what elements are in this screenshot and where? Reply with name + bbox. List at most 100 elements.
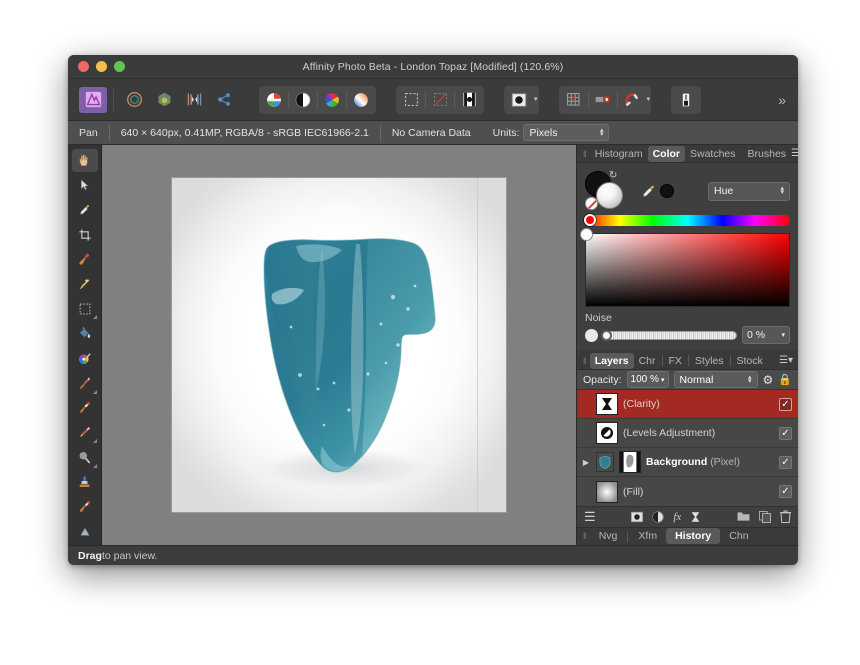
gear-icon[interactable]: ⚙ [763, 373, 774, 387]
current-color-dot[interactable] [660, 184, 674, 199]
sv-field-handle[interactable] [580, 228, 593, 242]
live-filter-button[interactable] [289, 87, 317, 113]
saturation-value-field[interactable] [580, 228, 790, 308]
refine-selection-button[interactable] [455, 87, 483, 113]
blur-brush-tool[interactable] [72, 446, 98, 469]
no-color-swatch[interactable] [585, 197, 598, 211]
chevron-down-icon[interactable]: ▾ [647, 96, 651, 103]
chevron-down-icon[interactable]: ▾ [661, 376, 665, 384]
foreground-color-swatch[interactable] [596, 182, 623, 210]
snapping-button[interactable] [589, 87, 617, 113]
duplicate-layer-icon[interactable] [759, 510, 772, 523]
tab-stock[interactable]: Stock [732, 353, 768, 369]
delete-layer-icon[interactable] [780, 510, 792, 524]
tab-chr[interactable]: Chr [634, 353, 661, 369]
selection-brush-tool[interactable] [72, 248, 98, 271]
mask-button[interactable] [505, 87, 533, 113]
panel-menu-icon[interactable]: ☰▾ [791, 148, 798, 159]
tab-styles[interactable]: Styles [690, 353, 729, 369]
grid-button[interactable] [560, 87, 588, 113]
tab-swatches[interactable]: Swatches [685, 146, 741, 162]
assistant-button[interactable] [672, 87, 700, 113]
color-mode-select[interactable]: Hue ▴ ▾ [708, 181, 790, 201]
chevron-down-icon[interactable]: ▾ [534, 96, 538, 103]
table-row[interactable]: (Levels Adjustment) ✓ [577, 419, 798, 449]
marquee-select-button[interactable] [397, 87, 425, 113]
move-tool[interactable] [72, 174, 98, 197]
noise-value: 0 % [747, 329, 766, 342]
tab-histogram[interactable]: Histogram [590, 146, 648, 162]
paint-mixer-tool[interactable] [72, 347, 98, 370]
tone-mapping-persona-button[interactable] [180, 87, 208, 113]
table-row[interactable]: (Fill) ✓ [577, 477, 798, 506]
develop-persona-button[interactable] [150, 87, 178, 113]
healing-brush-tool[interactable] [72, 496, 98, 519]
layer-visibility-checkbox[interactable]: ✓ [779, 397, 792, 411]
colour-picker-tool[interactable] [72, 199, 98, 222]
marquee-tool[interactable] [72, 298, 98, 321]
panel-menu-icon[interactable]: ☰▾ [779, 355, 798, 366]
minimize-button[interactable] [96, 61, 107, 72]
fx-layer-icon[interactable]: fx [673, 511, 681, 523]
paint-brush-tool[interactable] [72, 372, 98, 395]
tab-color[interactable]: Color [647, 145, 685, 162]
tab-history[interactable]: History [666, 528, 721, 545]
liquify-persona-button[interactable] [120, 87, 148, 113]
tab-layers[interactable]: Layers [589, 352, 634, 369]
blend-mode-select[interactable]: Normal ▴ ▾ [673, 371, 758, 389]
document-canvas[interactable] [172, 178, 506, 512]
table-row[interactable]: ▶ Background (Pixel) ✓ [577, 448, 798, 478]
tab-navigator[interactable]: Nvg [590, 528, 627, 544]
units-select[interactable]: Pixels ▴ ▾ [523, 124, 610, 141]
foreground-background-swatches[interactable]: ↻ [585, 170, 637, 211]
noise-value-field[interactable]: 0 % ▾ [742, 326, 790, 345]
chevron-down-icon[interactable]: ▾ [781, 331, 785, 339]
photo-persona-button[interactable] [79, 86, 107, 113]
table-row[interactable]: (Clarity) ✓ [577, 390, 798, 420]
colour-replace-tool[interactable] [72, 397, 98, 420]
layers-stack-icon[interactable]: ☰ [584, 509, 596, 525]
close-button[interactable] [78, 61, 89, 72]
noise-slider-thumb[interactable] [601, 329, 612, 341]
live-filter-layer-icon[interactable] [690, 511, 701, 523]
eyedropper-icon[interactable] [641, 184, 656, 199]
toolbar-overflow-button[interactable]: » [778, 92, 788, 108]
panel-grip-icon[interactable]: ‖ [579, 531, 590, 541]
adjustment-button[interactable] [260, 87, 288, 113]
zoom-button[interactable] [114, 61, 125, 72]
tab-channels[interactable]: Chn [720, 528, 757, 544]
layer-visibility-checkbox[interactable]: ✓ [779, 485, 792, 499]
expand-layer-arrow[interactable]: ▶ [581, 458, 591, 467]
opacity-field[interactable]: 100 % ▾ [626, 371, 669, 389]
noise-knob-icon[interactable] [585, 328, 598, 342]
tab-transform[interactable]: Xfm [629, 528, 666, 544]
layer-visibility-checkbox[interactable]: ✓ [779, 426, 792, 440]
gradient-button[interactable] [347, 87, 375, 113]
view-tool[interactable] [71, 149, 98, 172]
export-persona-button[interactable] [210, 87, 238, 113]
tab-brushes[interactable]: Brushes [743, 146, 792, 162]
magnet-button[interactable] [618, 87, 646, 113]
adjustment-layer-icon[interactable] [652, 511, 664, 523]
flood-select-tool[interactable] [72, 273, 98, 296]
lock-icon[interactable]: 🔒 [778, 373, 792, 386]
tab-fx[interactable]: FX [664, 353, 687, 369]
clone-brush-tool[interactable] [72, 471, 98, 494]
mask-layer-icon[interactable] [631, 511, 644, 523]
swap-colors-icon[interactable]: ↻ [609, 170, 617, 181]
dodge-brush-tool[interactable] [72, 520, 98, 543]
noise-slider[interactable] [601, 329, 737, 341]
crop-tool[interactable] [72, 223, 98, 246]
colour-button[interactable] [318, 87, 346, 113]
flood-fill-tool[interactable] [72, 322, 98, 345]
hue-slider-handle[interactable] [584, 214, 596, 227]
group-layer-icon[interactable] [737, 511, 750, 522]
canvas-area[interactable] [102, 145, 576, 545]
erase-brush-tool[interactable] [72, 421, 98, 444]
panel-grip-icon[interactable]: ‖ [579, 356, 590, 366]
panel-grip-icon[interactable]: ‖ [579, 149, 590, 159]
mask-group: ▾ [504, 85, 539, 114]
no-selection-button[interactable] [426, 87, 454, 113]
hue-slider[interactable] [584, 214, 790, 227]
layer-visibility-checkbox[interactable]: ✓ [779, 455, 792, 469]
